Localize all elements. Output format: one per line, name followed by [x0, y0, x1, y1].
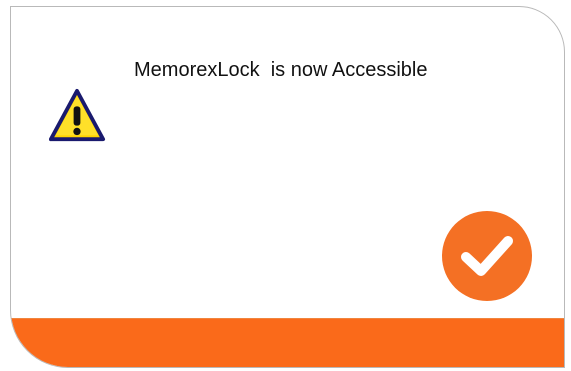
confirm-ok-button[interactable]	[435, 207, 539, 305]
checkmark-icon	[461, 236, 513, 276]
dialog-message: MemorexLock is now Accessible	[134, 59, 428, 81]
bottom-accent-bar	[11, 318, 564, 367]
warning-triangle-icon	[48, 88, 106, 142]
ok-circle	[442, 211, 532, 301]
notification-dialog: MemorexLock is now Accessible	[10, 6, 565, 368]
